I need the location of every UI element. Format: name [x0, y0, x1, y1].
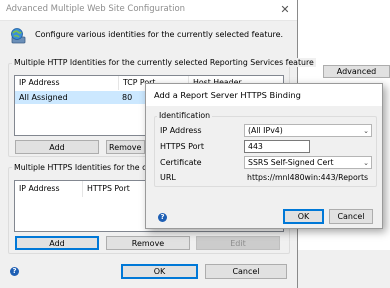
certificate-value: SSRS Self-Signed Cert: [248, 158, 334, 167]
https-port-input[interactable]: 443: [244, 140, 310, 153]
main-titlebar: Advanced Multiple Web Site Configuration…: [0, 0, 297, 21]
ip-address-dropdown[interactable]: (All IPv4) ⌄: [244, 124, 372, 137]
ip-address-value: (All IPv4): [248, 126, 283, 135]
https-edit-button[interactable]: Edit: [196, 236, 280, 250]
certificate-label: Certificate: [160, 158, 202, 167]
ip-address-label: IP Address: [160, 126, 202, 135]
binding-dialog-title: Add a Report Server HTTPS Binding: [154, 90, 301, 100]
chevron-down-icon: ⌄: [363, 159, 369, 167]
dialog-description: Configure various identities for the cur…: [35, 30, 284, 39]
column-header-ip-address[interactable]: IP Address: [15, 181, 83, 197]
binding-dialog-titlebar: Add a Report Server HTTPS Binding: [146, 84, 382, 106]
cancel-button[interactable]: Cancel: [205, 264, 287, 279]
https-remove-button[interactable]: Remove: [106, 236, 190, 250]
url-label: URL: [160, 173, 176, 182]
https-port-label: HTTPS Port: [160, 142, 204, 151]
url-value: https://mnl480win:443/Reports: [247, 173, 369, 182]
identification-group-label: Identification: [157, 111, 213, 120]
column-header-ip-address[interactable]: IP Address: [15, 76, 119, 90]
certificate-dropdown[interactable]: SSRS Self-Signed Cert ⌄: [244, 156, 372, 169]
advanced-button[interactable]: Advanced: [323, 65, 390, 78]
help-icon[interactable]: ?: [158, 213, 167, 222]
http-remove-button[interactable]: Remove: [106, 140, 145, 154]
binding-ok-button[interactable]: OK: [283, 209, 324, 224]
https-binding-dialog: Add a Report Server HTTPS Binding Identi…: [145, 83, 383, 229]
row-ip-address: All Assigned: [19, 93, 68, 102]
http-group-label: Multiple HTTP Identities for the current…: [12, 58, 316, 67]
web-config-icon: [11, 28, 26, 44]
https-add-button[interactable]: Add: [15, 236, 99, 250]
background-window-footer: [298, 250, 390, 288]
ok-button[interactable]: OK: [121, 264, 198, 279]
chevron-down-icon: ⌄: [363, 127, 369, 135]
close-icon[interactable]: ✕: [278, 3, 292, 17]
main-dialog-title: Advanced Multiple Web Site Configuration: [6, 4, 186, 14]
https-group-label: Multiple HTTPS Identities for the curren…: [12, 163, 146, 172]
http-add-button[interactable]: Add: [15, 140, 99, 154]
binding-cancel-button[interactable]: Cancel: [329, 209, 373, 224]
row-tcp-port: 80: [122, 93, 133, 102]
help-icon[interactable]: ?: [10, 267, 19, 276]
